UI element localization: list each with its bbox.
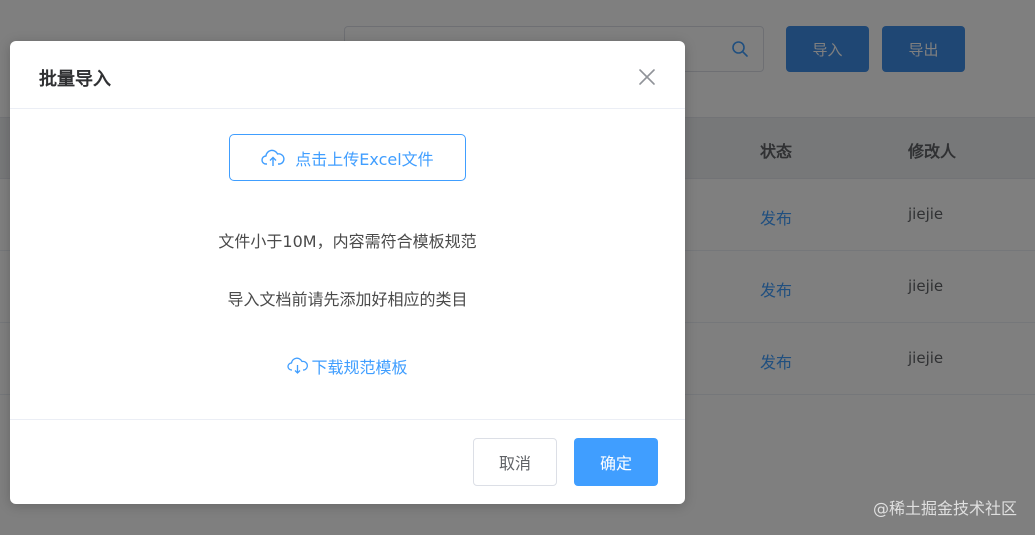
dialog-title: 批量导入	[39, 69, 111, 90]
dialog-header: 批量导入	[10, 41, 685, 109]
download-template-link[interactable]: 下载规范模板	[10, 354, 685, 378]
watermark: @稀土掘金技术社区	[872, 499, 1017, 518]
dialog-footer: 取消 确定	[10, 419, 685, 504]
upload-button-label: 点击上传Excel文件	[295, 149, 434, 169]
cloud-upload-icon	[261, 149, 285, 166]
category-tip: 导入文档前请先添加好相应的类目	[227, 290, 468, 309]
download-template-label: 下载规范模板	[311, 358, 408, 377]
close-icon[interactable]	[637, 67, 657, 87]
cloud-download-icon	[287, 357, 309, 374]
batch-import-dialog: 批量导入 点击上传Excel文件 文件小于10M，内容需符合模板规范 导入文档前…	[10, 41, 685, 504]
file-size-tip: 文件小于10M，内容需符合模板规范	[218, 232, 477, 251]
confirm-button[interactable]: 确定	[574, 438, 658, 486]
upload-excel-button[interactable]: 点击上传Excel文件	[229, 134, 466, 181]
cancel-button[interactable]: 取消	[473, 438, 557, 486]
